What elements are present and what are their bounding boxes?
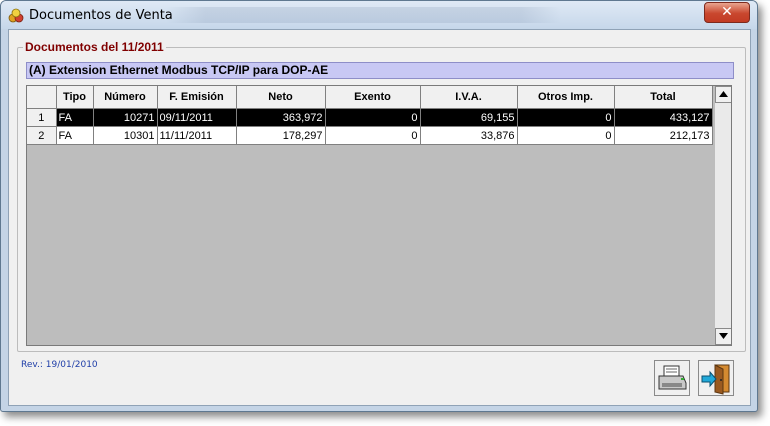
app-icon bbox=[8, 8, 24, 23]
revision-label: Rev.: 19/01/2010 bbox=[21, 360, 98, 370]
arrow-down-icon bbox=[719, 333, 728, 339]
title-bar[interactable]: Documentos de Venta ✕ bbox=[1, 1, 757, 29]
window-title: Documentos de Venta bbox=[29, 8, 173, 23]
column-header-exento[interactable]: Exento bbox=[325, 86, 421, 109]
cell-otros[interactable]: 0 bbox=[517, 126, 615, 145]
column-header-total[interactable]: Total bbox=[614, 86, 713, 109]
column-header-iva[interactable]: I.V.A. bbox=[420, 86, 518, 109]
documents-table: Tipo Número F. Emisión Neto Exento I.V.A… bbox=[27, 86, 713, 145]
column-header-fecha[interactable]: F. Emisión bbox=[157, 86, 237, 109]
close-button[interactable]: ✕ bbox=[704, 2, 750, 23]
scroll-down-button[interactable] bbox=[715, 328, 731, 345]
cell-fecha[interactable]: 09/11/2011 bbox=[157, 108, 237, 127]
print-button[interactable] bbox=[654, 360, 690, 396]
exit-door-icon bbox=[701, 364, 730, 395]
cell-total[interactable]: 212,173 bbox=[614, 126, 713, 145]
cell-numero[interactable]: 10271 bbox=[93, 108, 158, 127]
column-header-neto[interactable]: Neto bbox=[236, 86, 326, 109]
blurred-title-reflection bbox=[166, 7, 561, 23]
cell-neto[interactable]: 363,972 bbox=[236, 108, 326, 127]
arrow-up-icon bbox=[719, 91, 728, 97]
cell-tipo[interactable]: FA bbox=[56, 108, 94, 127]
cell-neto[interactable]: 178,297 bbox=[236, 126, 326, 145]
cell-otros[interactable]: 0 bbox=[517, 108, 615, 127]
cell-exento[interactable]: 0 bbox=[325, 126, 421, 145]
row-header-corner bbox=[27, 86, 57, 109]
client-area: Documentos del 11/2011 (A) Extension Eth… bbox=[8, 29, 751, 406]
row-index[interactable]: 2 bbox=[27, 126, 57, 145]
cell-exento[interactable]: 0 bbox=[325, 108, 421, 127]
column-header-tipo[interactable]: Tipo bbox=[56, 86, 94, 109]
cell-tipo[interactable]: FA bbox=[56, 126, 94, 145]
cell-total[interactable]: 433,127 bbox=[614, 108, 713, 127]
cell-iva[interactable]: 33,876 bbox=[420, 126, 518, 145]
group-legend: Documentos del 11/2011 bbox=[23, 40, 166, 54]
row-index[interactable]: 1 bbox=[27, 108, 57, 127]
printer-icon bbox=[658, 365, 687, 390]
subject-bar: (A) Extension Ethernet Modbus TCP/IP par… bbox=[26, 62, 734, 79]
table-row[interactable]: 1 FA 10271 09/11/2011 363,972 0 69,155 0… bbox=[27, 108, 713, 127]
scroll-up-button[interactable] bbox=[715, 86, 731, 103]
vertical-scrollbar[interactable] bbox=[714, 86, 731, 345]
cell-iva[interactable]: 69,155 bbox=[420, 108, 518, 127]
dialog-window: Documentos de Venta ✕ Documentos del 11/… bbox=[0, 0, 758, 412]
cell-fecha[interactable]: 11/11/2011 bbox=[157, 126, 237, 145]
cell-numero[interactable]: 10301 bbox=[93, 126, 158, 145]
column-header-otros[interactable]: Otros Imp. bbox=[517, 86, 615, 109]
column-header-numero[interactable]: Número bbox=[93, 86, 158, 109]
exit-button[interactable] bbox=[698, 360, 734, 396]
documents-grid[interactable]: Tipo Número F. Emisión Neto Exento I.V.A… bbox=[26, 85, 732, 346]
table-row[interactable]: 2 FA 10301 11/11/2011 178,297 0 33,876 0… bbox=[27, 126, 713, 145]
